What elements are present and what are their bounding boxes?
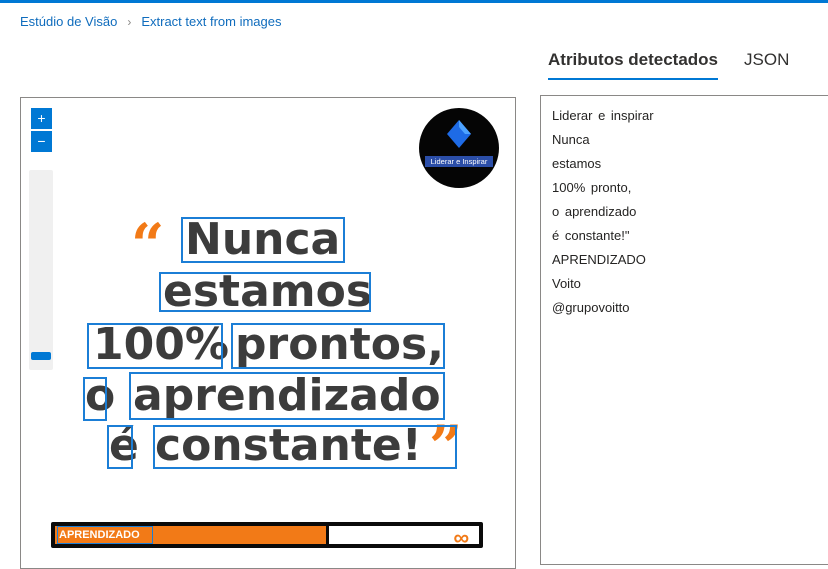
detection-box-prontos[interactable] <box>231 323 445 369</box>
diamond-logo-icon <box>447 120 471 148</box>
detected-text-panel: Liderar e inspirar Nunca estamos 100% pr… <box>540 95 828 565</box>
zoom-in-button[interactable]: + <box>31 108 52 129</box>
brand-logo: Liderar e Inspirar <box>419 108 499 188</box>
detected-line[interactable]: estamos <box>552 152 828 176</box>
detected-line[interactable]: @grupovoitto <box>552 296 828 320</box>
detection-box-100[interactable] <box>87 323 223 369</box>
top-accent-bar <box>0 0 828 3</box>
detection-box-estamos[interactable] <box>159 272 371 312</box>
chevron-right-icon: › <box>127 14 132 29</box>
logo-caption: Liderar e Inspirar <box>425 156 493 167</box>
tab-json[interactable]: JSON <box>744 50 789 80</box>
detection-box-aprendizado[interactable] <box>129 372 445 420</box>
breadcrumb: Estúdio de Visão › Extract text from ima… <box>20 14 282 29</box>
result-tabs: Atributos detectados JSON <box>548 50 789 80</box>
detected-line[interactable]: o aprendizado <box>552 200 828 224</box>
detection-box-constante[interactable] <box>153 425 457 469</box>
detected-line[interactable]: é constante!" <box>552 224 828 248</box>
tab-detected-attributes[interactable]: Atributos detectados <box>548 50 719 80</box>
detection-box-e[interactable] <box>107 425 133 469</box>
detection-box-aprendizado-banner[interactable] <box>57 526 153 544</box>
breadcrumb-home-link[interactable]: Estúdio de Visão <box>20 14 117 29</box>
detected-line[interactable]: Nunca <box>552 128 828 152</box>
progress-banner: ∞ APRENDIZADO <box>51 522 483 549</box>
zoom-slider-thumb[interactable] <box>31 352 51 360</box>
detection-box-o[interactable] <box>83 377 107 421</box>
progress-banner-remaining: ∞ <box>329 526 479 549</box>
zoom-slider[interactable] <box>29 170 53 370</box>
detection-box-nunca[interactable] <box>181 217 345 263</box>
infinity-icon: ∞ <box>453 525 469 550</box>
image-viewer: + − Liderar e Inspirar “ ” Nunca estamos… <box>20 97 516 569</box>
breadcrumb-current-link[interactable]: Extract text from images <box>141 14 281 29</box>
zoom-out-button[interactable]: − <box>31 131 52 152</box>
open-quote-icon: “ <box>131 211 165 279</box>
detected-line[interactable]: APRENDIZADO <box>552 248 828 272</box>
detected-line[interactable]: Liderar e inspirar <box>552 104 828 128</box>
detected-line[interactable]: Voito <box>552 272 828 296</box>
detected-line[interactable]: 100% pronto, <box>552 176 828 200</box>
